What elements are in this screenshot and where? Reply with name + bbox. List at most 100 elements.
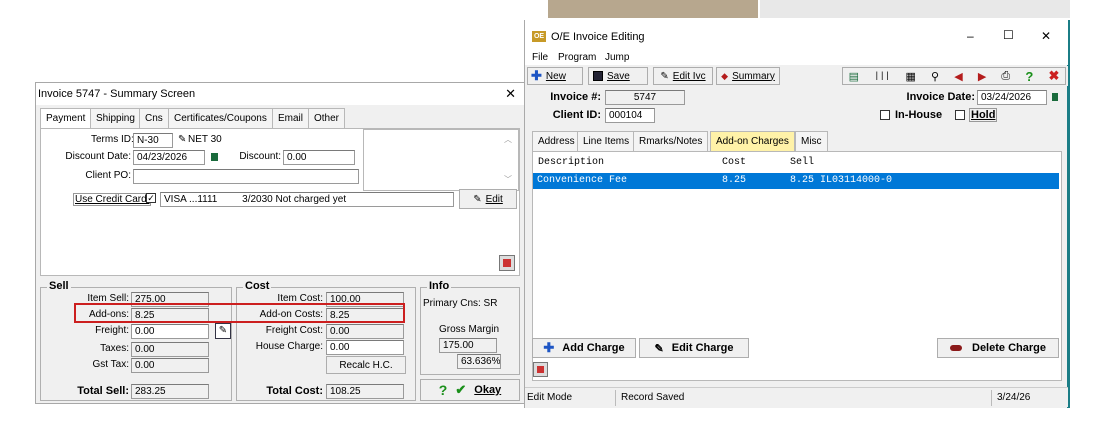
- barcode-icon[interactable]: |||: [874, 71, 890, 81]
- tab-shipping[interactable]: Shipping: [90, 108, 141, 128]
- delete-charge-button[interactable]: Delete Charge: [937, 338, 1059, 358]
- card-number: VISA ...1111: [164, 194, 218, 205]
- summary-button[interactable]: ◆ Summary: [716, 67, 780, 85]
- search-icon[interactable]: ⚲: [931, 70, 939, 83]
- use-credit-card-checkbox[interactable]: ✓: [146, 193, 156, 203]
- client-id-label: Client ID:: [552, 109, 601, 121]
- scroll-up-icon[interactable]: ︿: [504, 134, 512, 145]
- exit-icon[interactable]: ✖: [1048, 68, 1059, 84]
- diamond-icon: ◆: [721, 70, 729, 81]
- oe-title: O/E Invoice Editing: [551, 31, 645, 43]
- hold-checkbox[interactable]: [955, 110, 965, 120]
- table-row[interactable]: Convenience Fee 8.25 8.25 IL03114000-0: [533, 173, 1059, 189]
- card-info: 3/2030 Not charged yet: [242, 194, 347, 205]
- forward-arrow-icon[interactable]: ▶: [978, 70, 986, 83]
- save-button[interactable]: Save: [588, 67, 648, 85]
- edit-card-button[interactable]: ✎ Edit: [459, 189, 517, 209]
- status-date: 3/24/26: [997, 392, 1031, 403]
- discount-date-field[interactable]: 04/23/2026: [133, 150, 205, 165]
- freight-field[interactable]: 0.00: [131, 324, 209, 339]
- freight-label: Freight:: [95, 325, 129, 336]
- new-button[interactable]: ✚ New: [527, 67, 583, 85]
- house-charge-field[interactable]: 0.00: [326, 340, 404, 355]
- maximize-icon[interactable]: ☐: [1003, 28, 1014, 42]
- book-icon[interactable]: ▤: [849, 70, 859, 83]
- client-id-field[interactable]: 000104: [605, 108, 655, 123]
- tab-addon-charges[interactable]: Add-on Charges: [710, 131, 795, 152]
- tab-address[interactable]: Address: [532, 131, 581, 151]
- calendar-icon[interactable]: [211, 153, 218, 161]
- tab-misc[interactable]: Misc: [795, 131, 828, 151]
- inhouse-checkbox[interactable]: [880, 110, 890, 120]
- tab-email[interactable]: Email: [272, 108, 310, 128]
- toolbar: ✚ New Save ✎ Edit Ivc ◆ Summary ▤ ||| ▦ ⚲ ◀…: [525, 66, 1068, 86]
- close-icon[interactable]: ✕: [505, 86, 516, 102]
- payment-panel: Terms ID: N-30 ✎ NET 30 Discount Date: 0…: [40, 128, 520, 276]
- help-icon[interactable]: ?: [1025, 69, 1033, 84]
- toolbar-icon-group: ▤ ||| ▦ ⚲ ◀ ▶ ⎙ ? ✖: [842, 67, 1066, 85]
- menu-file[interactable]: File: [532, 52, 548, 63]
- gross-margin-label: Gross Margin: [439, 324, 500, 335]
- freight-cost-field: 0.00: [326, 324, 404, 339]
- row-sell: 8.25 IL03114000-0: [790, 175, 893, 186]
- house-charge-label: House Charge:: [255, 341, 323, 352]
- floppy-icon: [593, 71, 603, 81]
- column-sell: Sell: [790, 157, 815, 168]
- edit-ivc-button[interactable]: ✎ Edit Ivc: [653, 67, 713, 85]
- notes-box[interactable]: ︿ ﹀: [363, 129, 519, 191]
- close-icon[interactable]: ✕: [1041, 29, 1051, 43]
- oe-window: OE O/E Invoice Editing – ☐ ✕ File Progra…: [524, 20, 1070, 408]
- invoice-date-label: Invoice Date:: [906, 91, 975, 103]
- tab-other[interactable]: Other: [308, 108, 346, 128]
- oe-tabs: Address Line Items Rmarks/Notes Add-on C…: [532, 131, 1062, 152]
- sell-title: Sell: [47, 280, 71, 292]
- scroll-down-icon[interactable]: ﹀: [504, 174, 512, 185]
- tab-cns[interactable]: Cns: [139, 108, 169, 128]
- edit-charge-button[interactable]: ✎ Edit Charge: [639, 338, 749, 358]
- credit-card-field[interactable]: VISA ...1111 3/2030 Not charged yet: [160, 192, 454, 207]
- add-charge-button[interactable]: ✚ Add Charge: [532, 338, 636, 358]
- summary-titlebar: Invoice 5747 - Summary Screen ✕: [36, 83, 524, 105]
- terms-field[interactable]: N-30: [133, 133, 173, 148]
- primary-cns: Primary Cns: SR: [423, 298, 498, 309]
- tab-certificates[interactable]: Certificates/Coupons: [168, 108, 273, 128]
- gross-margin-value: 175.00: [439, 338, 497, 353]
- gross-margin-pct: 63.636%: [457, 354, 501, 369]
- background-strip-light: [760, 0, 1070, 18]
- minimize-icon[interactable]: –: [967, 29, 974, 43]
- invoice-field: 5747: [605, 90, 685, 105]
- tab-payment[interactable]: Payment: [40, 108, 92, 129]
- calendar-icon[interactable]: [1052, 93, 1058, 101]
- gst-label: Gst Tax:: [92, 359, 130, 370]
- recalc-hc-button[interactable]: Recalc H.C.: [326, 356, 406, 374]
- help-icon[interactable]: ?: [439, 382, 448, 398]
- calendar-icon[interactable]: ▦: [905, 70, 915, 83]
- menu-jump[interactable]: Jump: [605, 52, 629, 63]
- print-icon[interactable]: ⎙: [1001, 70, 1010, 83]
- invoice-date-field[interactable]: 03/24/2026: [977, 90, 1047, 105]
- corner-icon[interactable]: [533, 362, 548, 377]
- status-divider: [991, 390, 992, 406]
- total-cost-label: Total Cost:: [266, 385, 323, 397]
- gst-field: 0.00: [131, 358, 209, 373]
- discount-field[interactable]: 0.00: [283, 150, 355, 165]
- menu-program[interactable]: Program: [558, 52, 596, 63]
- inhouse-label: In-House: [895, 109, 943, 121]
- plus-icon: ✚: [531, 68, 542, 83]
- freight-cost-label: Freight Cost:: [265, 325, 323, 336]
- info-group: Info Primary Cns: SR Gross Margin 175.00…: [420, 280, 520, 375]
- tab-remarks-notes[interactable]: Rmarks/Notes: [633, 131, 709, 151]
- invoice-label: Invoice #:: [550, 91, 601, 103]
- pencil-icon: ✎: [654, 342, 664, 355]
- okay-button[interactable]: ? ✔ Okay: [420, 379, 520, 401]
- tab-line-items[interactable]: Line Items: [577, 131, 636, 151]
- client-po-field[interactable]: [133, 169, 359, 184]
- edit-freight-icon[interactable]: ✎: [215, 323, 231, 339]
- total-sell-label: Total Sell:: [77, 385, 129, 397]
- row-cost: 8.25: [722, 175, 747, 186]
- terms-desc: NET 30: [188, 134, 222, 145]
- background-strip: [548, 0, 758, 18]
- corner-icon[interactable]: [499, 255, 515, 271]
- back-arrow-icon[interactable]: ◀: [954, 70, 962, 83]
- client-po-label: Client PO:: [85, 170, 131, 181]
